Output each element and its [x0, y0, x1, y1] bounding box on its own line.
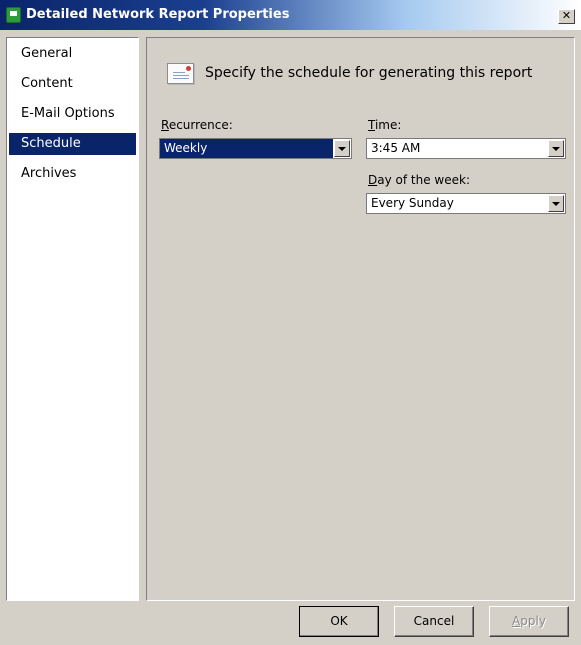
- nav-item-schedule[interactable]: Schedule: [9, 133, 136, 155]
- nav-item-content[interactable]: Content: [9, 73, 136, 95]
- recurrence-value: Weekly: [160, 139, 333, 158]
- nav-item-archives[interactable]: Archives: [9, 163, 136, 185]
- title-bar[interactable]: Detailed Network Report Properties ✕: [0, 0, 581, 30]
- close-button[interactable]: ✕: [558, 9, 575, 24]
- time-label: Time:: [368, 118, 402, 132]
- day-of-week-label: Day of the week:: [368, 173, 470, 187]
- recurrence-select[interactable]: Weekly: [159, 138, 352, 159]
- category-list: General Content E-Mail Options Schedule …: [6, 37, 139, 601]
- chevron-down-icon[interactable]: [334, 140, 350, 157]
- chevron-down-icon[interactable]: [548, 140, 564, 157]
- time-select[interactable]: 3:45 AM: [366, 138, 566, 159]
- time-value: 3:45 AM: [371, 141, 421, 155]
- report-app-icon: [6, 7, 21, 23]
- properties-dialog: Detailed Network Report Properties ✕ Gen…: [0, 0, 581, 645]
- chevron-down-icon[interactable]: [548, 195, 564, 212]
- nav-item-email-options[interactable]: E-Mail Options: [9, 103, 136, 125]
- recurrence-label: Recurrence:: [161, 118, 233, 132]
- day-of-week-select[interactable]: Every Sunday: [366, 193, 566, 214]
- nav-item-general[interactable]: General: [9, 43, 136, 65]
- day-of-week-value: Every Sunday: [371, 196, 454, 210]
- report-icon: [167, 63, 194, 84]
- apply-button[interactable]: Apply: [489, 606, 569, 637]
- cancel-button[interactable]: Cancel: [394, 606, 474, 637]
- ok-button[interactable]: OK: [299, 606, 379, 637]
- schedule-heading: Specify the schedule for generating this…: [205, 65, 533, 81]
- window-title: Detailed Network Report Properties: [26, 7, 290, 22]
